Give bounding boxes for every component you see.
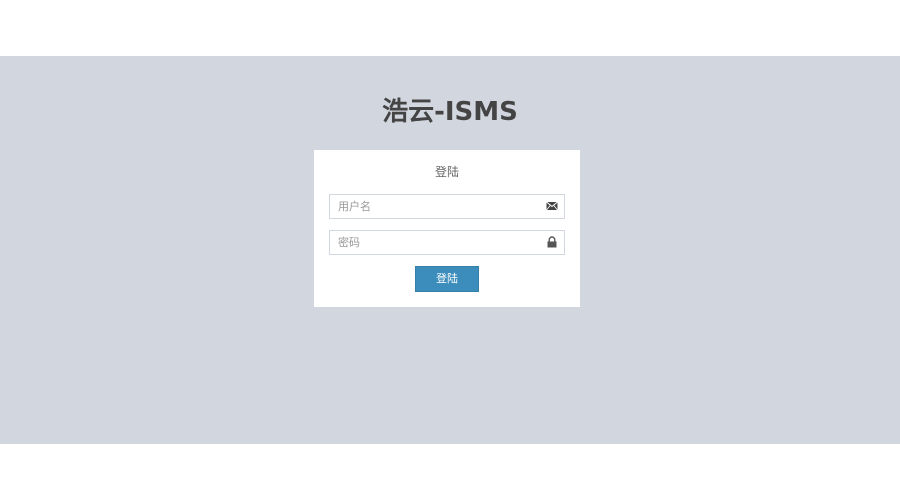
login-button[interactable]: 登陆 [415, 266, 479, 292]
page: 浩云-ISMS 登陆 登陆 [0, 0, 900, 500]
password-input[interactable] [330, 231, 538, 254]
username-input[interactable] [330, 195, 538, 218]
app-title: 浩云-ISMS [382, 97, 518, 127]
username-field [329, 194, 565, 219]
envelope-icon [546, 201, 558, 211]
login-box: 登陆 登陆 [314, 150, 580, 307]
login-heading: 登陆 [434, 165, 459, 179]
lock-icon [547, 236, 557, 248]
password-field [329, 230, 565, 255]
